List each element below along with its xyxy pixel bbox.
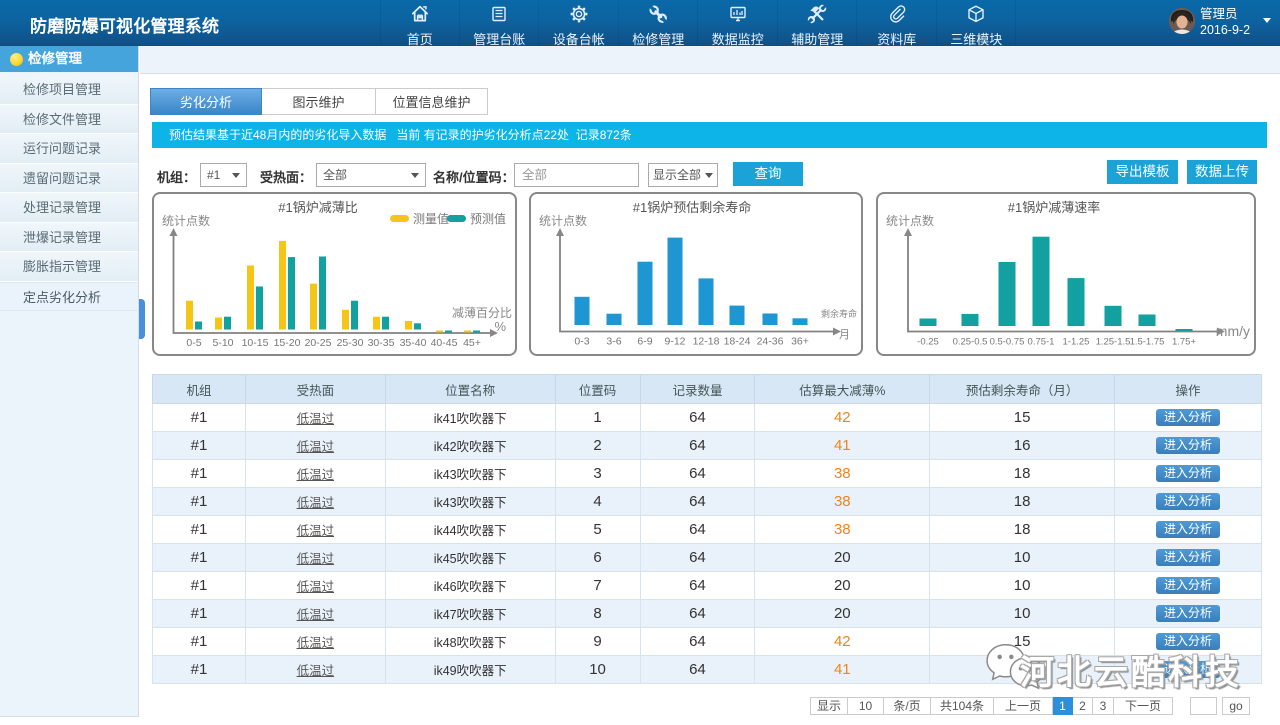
svg-text:0.75-1: 0.75-1 (1028, 337, 1055, 348)
svg-text:统计点数: 统计点数 (886, 213, 934, 228)
svg-text:统计点数: 统计点数 (162, 213, 210, 228)
svg-text:18-24: 18-24 (724, 336, 751, 348)
svg-text:10-15: 10-15 (242, 337, 269, 349)
svg-text:15-20: 15-20 (274, 337, 301, 349)
svg-text:36+: 36+ (791, 336, 809, 348)
svg-text:3-6: 3-6 (606, 336, 621, 348)
svg-text:mm/y: mm/y (1216, 323, 1250, 339)
svg-text:减薄百分比: 减薄百分比 (452, 305, 512, 320)
svg-text:#1锅炉预估剩余寿命: #1锅炉预估剩余寿命 (633, 200, 751, 215)
svg-text:%: % (494, 319, 506, 334)
svg-text:1.75+: 1.75+ (1172, 337, 1196, 348)
svg-text:25-30: 25-30 (337, 337, 364, 349)
svg-text:1-1.25: 1-1.25 (1063, 337, 1090, 348)
svg-text:9-12: 9-12 (664, 336, 685, 348)
svg-text:6-9: 6-9 (637, 336, 652, 348)
svg-text:0.25-0.5: 0.25-0.5 (953, 337, 988, 348)
svg-text:0-5: 0-5 (186, 337, 201, 349)
svg-text:测量值: 测量值 (413, 211, 449, 226)
svg-text:30-35: 30-35 (368, 337, 395, 349)
svg-text:#1锅炉减薄速率: #1锅炉减薄速率 (1008, 200, 1100, 215)
svg-text:1.5-1.75: 1.5-1.75 (1130, 337, 1165, 348)
svg-text:24-36: 24-36 (757, 336, 784, 348)
svg-text:0.5-0.75: 0.5-0.75 (990, 337, 1025, 348)
svg-text:0-3: 0-3 (574, 336, 589, 348)
svg-text:#1锅炉减薄比: #1锅炉减薄比 (278, 200, 357, 215)
svg-text:20-25: 20-25 (305, 337, 332, 349)
svg-text:1.25-1.5: 1.25-1.5 (1096, 337, 1131, 348)
svg-text:5-10: 5-10 (212, 337, 233, 349)
svg-text:-0.25: -0.25 (917, 337, 939, 348)
svg-text:45+: 45+ (463, 337, 481, 349)
svg-text:统计点数: 统计点数 (539, 213, 587, 228)
svg-text:40-45: 40-45 (431, 337, 458, 349)
svg-text:剩余寿命: 剩余寿命 (821, 308, 857, 319)
svg-text:预测值: 预测值 (470, 211, 506, 226)
svg-text:月: 月 (839, 329, 850, 341)
svg-text:35-40: 35-40 (400, 337, 427, 349)
svg-text:12-18: 12-18 (693, 336, 720, 348)
